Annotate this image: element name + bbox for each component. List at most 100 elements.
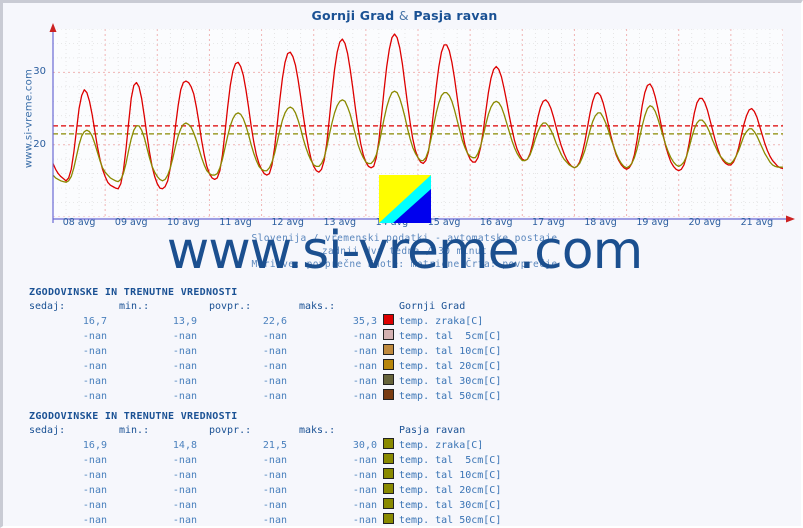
swatch-box: [382, 314, 394, 325]
title-separator: &: [398, 8, 409, 23]
legend-value-min: -nan: [172, 514, 197, 526]
page-title: Gornji Grad & Pasja ravan: [3, 8, 801, 23]
x-tick-label: 08 avg: [62, 217, 96, 228]
legend-series-label: temp. zraka[C]: [399, 315, 484, 327]
legend-value-povpr: -nan: [262, 499, 287, 511]
header-min: min.:: [119, 425, 150, 436]
legend-value-povpr: -nan: [262, 484, 287, 496]
legend-row: -nan -nan -nan -nan temp. tal 20cm[C]: [17, 359, 501, 374]
legend-value-povpr: -nan: [262, 390, 287, 402]
swatch-box: [382, 389, 394, 400]
legend-color-swatch: [377, 438, 399, 453]
legend-series-label: temp. tal 30cm[C]: [399, 375, 502, 387]
legend-value-povpr: -nan: [262, 345, 287, 357]
chart-subtitle: Slovenija / vremenski podatki - avtomats…: [3, 232, 801, 271]
legend-series-label: temp. tal 50cm[C]: [399, 390, 502, 402]
legend-value-sedaj: -nan: [82, 454, 107, 466]
legend-heading: ZGODOVINSKE IN TRENUTNE VREDNOSTI: [29, 411, 238, 422]
legend-station-name: Gornji Grad: [399, 301, 466, 312]
header-povpr: povpr.:: [209, 301, 252, 312]
x-tick-label: 09 avg: [114, 217, 148, 228]
swatch-box: [382, 468, 394, 479]
swatch-box: [382, 438, 394, 449]
legend-value-povpr: -nan: [262, 330, 287, 342]
swatch-box: [382, 483, 394, 494]
legend-value-min: 13,9: [172, 315, 197, 327]
legend-value-maks: -nan: [352, 330, 377, 342]
legend-row: -nan -nan -nan -nan temp. tal 5cm[C]: [17, 453, 501, 468]
legend-value-sedaj: -nan: [82, 375, 107, 387]
legend-row: -nan -nan -nan -nan temp. tal 5cm[C]: [17, 329, 501, 344]
swatch-box: [382, 329, 394, 340]
legend-row: -nan -nan -nan -nan temp. tal 30cm[C]: [17, 374, 501, 389]
header-maks: maks.:: [299, 301, 336, 312]
legend-row: -nan -nan -nan -nan temp. tal 30cm[C]: [17, 498, 501, 513]
legend-color-swatch: [377, 389, 399, 404]
legend-row: -nan -nan -nan -nan temp. tal 20cm[C]: [17, 483, 501, 498]
header-min: min.:: [119, 301, 150, 312]
subtitle-line-2: zadnji dva tedna / 30 minut: [321, 246, 488, 257]
x-tick-label: 21 avg: [740, 217, 774, 228]
legend-value-sedaj: -nan: [82, 469, 107, 481]
legend-series-label: temp. tal 20cm[C]: [399, 360, 502, 372]
legend-value-maks: -nan: [352, 514, 377, 526]
title-station-a: Gornji Grad: [311, 8, 395, 23]
legend-value-min: -nan: [172, 454, 197, 466]
legend-pasja-ravan: ZGODOVINSKE IN TRENUTNE VREDNOSTI sedaj:…: [17, 411, 577, 526]
legend-value-min: -nan: [172, 360, 197, 372]
legend-value-sedaj: -nan: [82, 514, 107, 526]
subtitle-line-1: Slovenija / vremenski podatki - avtomats…: [251, 233, 558, 244]
legend-header-row: sedaj: min.: povpr.: maks.: Gornji Grad: [17, 300, 501, 314]
legend-value-maks: -nan: [352, 469, 377, 481]
legend-series-label: temp. tal 20cm[C]: [399, 484, 502, 496]
legend-color-swatch: [377, 344, 399, 359]
header-povpr: povpr.:: [209, 425, 252, 436]
legend-value-maks: -nan: [352, 484, 377, 496]
x-tick-label: 11 avg: [219, 217, 252, 228]
legend-value-sedaj: -nan: [82, 330, 107, 342]
legend-value-maks: -nan: [352, 390, 377, 402]
legend-value-povpr: -nan: [262, 514, 287, 526]
legend-color-swatch: [377, 483, 399, 498]
legend-value-maks: -nan: [352, 499, 377, 511]
legend-value-maks: 35,3: [352, 315, 377, 327]
swatch-box: [382, 513, 394, 524]
legend-row: -nan -nan -nan -nan temp. tal 10cm[C]: [17, 468, 501, 483]
legend-color-swatch: [377, 468, 399, 483]
legend-series-label: temp. tal 5cm[C]: [399, 330, 502, 342]
header-maks: maks.:: [299, 425, 336, 436]
legend-value-povpr: -nan: [262, 469, 287, 481]
legend-series-label: temp. tal 10cm[C]: [399, 345, 502, 357]
swatch-box: [382, 359, 394, 370]
legend-color-swatch: [377, 374, 399, 389]
legend-value-sedaj: -nan: [82, 390, 107, 402]
legend-value-min: -nan: [172, 330, 197, 342]
legend-table: sedaj: min.: povpr.: maks.: Pasja ravan …: [17, 424, 502, 526]
legend-color-swatch: [377, 329, 399, 344]
legend-gornji-grad: ZGODOVINSKE IN TRENUTNE VREDNOSTI sedaj:…: [17, 287, 577, 404]
legend-value-povpr: -nan: [262, 360, 287, 372]
subtitle-line-3: Meritve: povprečne Enote: metrične Črta:…: [251, 259, 558, 270]
legend-value-min: -nan: [172, 345, 197, 357]
header-sedaj: sedaj:: [29, 301, 66, 312]
legend-value-sedaj: -nan: [82, 360, 107, 372]
legend-value-povpr: -nan: [262, 375, 287, 387]
swatch-box: [382, 453, 394, 464]
legend-color-swatch: [377, 359, 399, 374]
legend-value-maks: -nan: [352, 375, 377, 387]
x-tick-label: 19 avg: [636, 217, 669, 228]
legend-series-label: temp. tal 50cm[C]: [399, 514, 502, 526]
legend-value-min: -nan: [172, 499, 197, 511]
legend-series-label: temp. zraka[C]: [399, 439, 484, 451]
x-tick-label: 17 avg: [532, 217, 565, 228]
x-tick-label: 12 avg: [271, 217, 304, 228]
legend-value-povpr: -nan: [262, 454, 287, 466]
legend-row: -nan -nan -nan -nan temp. tal 50cm[C]: [17, 389, 501, 404]
legend-header-row: sedaj: min.: povpr.: maks.: Pasja ravan: [17, 424, 501, 438]
legend-value-min: -nan: [172, 390, 197, 402]
x-tick-label: 13 avg: [323, 217, 357, 228]
legend-color-swatch: [377, 513, 399, 526]
swatch-box: [382, 498, 394, 509]
legend-value-povpr: 22,6: [262, 315, 287, 327]
legend-value-min: -nan: [172, 469, 197, 481]
